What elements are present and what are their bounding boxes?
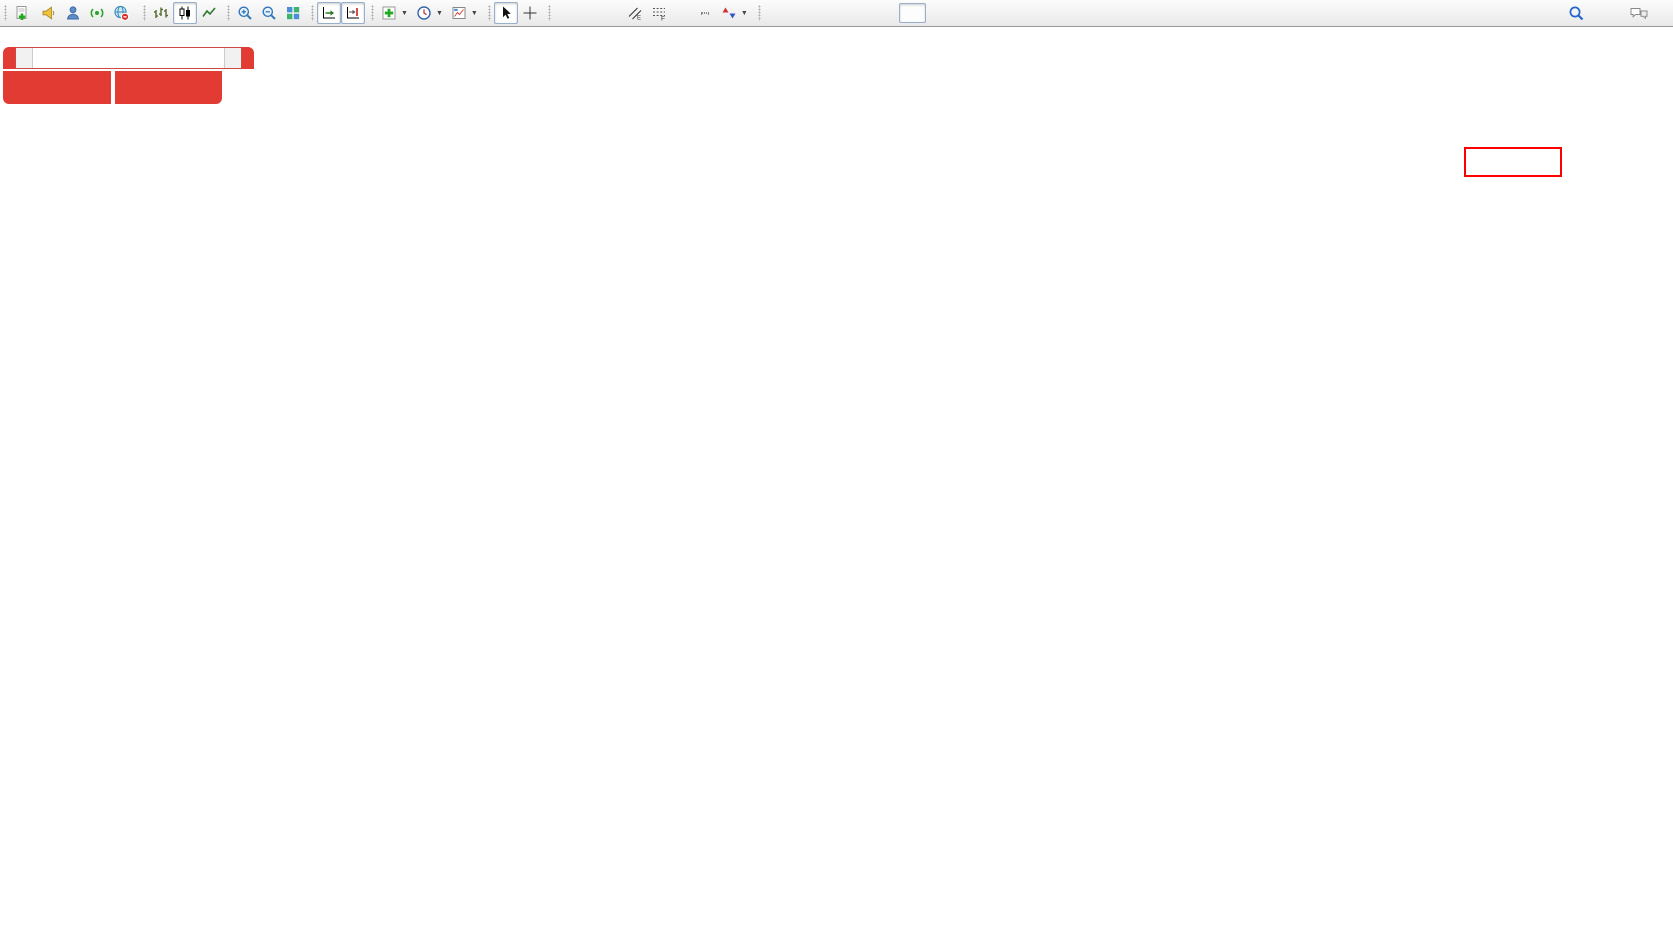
toolbar-group-timeframes — [756, 0, 1011, 26]
tf-mn-button[interactable] — [980, 3, 1007, 23]
chart-shift-button[interactable] — [341, 2, 365, 24]
clock-icon — [416, 5, 432, 21]
periods-button[interactable]: ▼ — [412, 2, 447, 24]
text-button[interactable] — [671, 2, 694, 24]
price-annotation-label[interactable] — [1464, 147, 1562, 177]
search-button[interactable] — [1564, 2, 1589, 24]
templates-button[interactable]: ▼ — [447, 2, 482, 24]
toolbar-right — [1564, 2, 1673, 24]
autoscroll-icon — [321, 5, 337, 21]
symbol-ohlc-line — [8, 31, 11, 45]
tf-m5-button[interactable] — [791, 3, 818, 23]
one-click-trading-panel — [3, 47, 222, 104]
vertical-line-button[interactable] — [554, 2, 577, 24]
tf-h1-button[interactable] — [872, 3, 899, 23]
crosshair-icon — [522, 5, 538, 21]
tf-m15-button[interactable] — [818, 3, 845, 23]
arrow-objects-icon — [721, 5, 737, 21]
terminal-window: ▼ ▼ ▼ E — [0, 0, 1673, 950]
buy-button[interactable] — [242, 47, 254, 69]
chevron-down-icon: ▼ — [471, 10, 478, 17]
buy-price[interactable] — [115, 71, 223, 104]
tile-windows-icon — [285, 5, 301, 21]
arrows-button[interactable]: ▼ — [717, 2, 752, 24]
svg-text:E: E — [637, 16, 641, 22]
zoom-in-button[interactable] — [233, 2, 257, 24]
toolbar-group-zoom — [225, 0, 309, 26]
tile-windows-button[interactable] — [281, 2, 305, 24]
chat-button[interactable] — [1625, 2, 1653, 24]
toolbar: ▼ ▼ ▼ E — [0, 0, 1673, 27]
bar-chart-icon — [153, 5, 169, 21]
chevron-down-icon: ▼ — [436, 10, 443, 17]
cursor-button[interactable] — [494, 2, 518, 24]
one-click-prices-row — [3, 71, 222, 104]
horizontal-line-button[interactable] — [577, 2, 600, 24]
volume-input[interactable] — [33, 48, 224, 68]
trendline-button[interactable] — [600, 2, 623, 24]
tf-m30-button[interactable] — [845, 3, 872, 23]
indicators-plus-icon — [381, 5, 397, 21]
chevron-down-icon: ▼ — [741, 10, 748, 17]
crosshair-button[interactable] — [518, 2, 542, 24]
indicators-button[interactable]: ▼ — [377, 2, 412, 24]
line-chart-button[interactable] — [197, 2, 221, 24]
cursor-arrow-icon — [498, 5, 514, 21]
fibonacci-icon: F — [651, 5, 667, 21]
zoom-out-icon — [261, 5, 277, 21]
zoom-out-button[interactable] — [257, 2, 281, 24]
toolbar-group-cursor — [486, 0, 546, 26]
toolbar-group-scroll — [309, 0, 369, 26]
bar-chart-button[interactable] — [149, 2, 173, 24]
volume-increase-button[interactable] — [224, 48, 241, 68]
new-order-icon — [14, 5, 30, 21]
volume-stepper — [15, 47, 242, 69]
chevron-down-icon: ▼ — [401, 10, 408, 17]
toolbar-group-insert: ▼ ▼ ▼ — [369, 0, 486, 26]
tf-d1-button[interactable] — [926, 3, 953, 23]
channel-button[interactable]: E — [623, 2, 647, 24]
toolbar-group-standard — [2, 0, 141, 26]
autoscroll-button[interactable] — [317, 2, 341, 24]
signal-icon — [89, 5, 105, 21]
chart-shift-icon — [345, 5, 361, 21]
text-label-button[interactable] — [694, 2, 717, 24]
equidistant-channel-icon: E — [627, 5, 643, 21]
tf-m1-button[interactable] — [764, 3, 791, 23]
megaphone-icon — [41, 5, 57, 21]
person-icon — [65, 5, 81, 21]
line-chart-icon — [201, 5, 217, 21]
new-order-button[interactable] — [10, 2, 37, 24]
toolbar-group-objects: E F ▼ — [546, 0, 756, 26]
tf-h4-button[interactable] — [899, 3, 926, 23]
search-icon — [1568, 5, 1585, 22]
candlestick-chart-button[interactable] — [173, 2, 197, 24]
one-click-top-row — [3, 47, 222, 69]
community-button[interactable] — [61, 2, 85, 24]
candlestick-chart-icon — [177, 5, 193, 21]
sell-price[interactable] — [3, 71, 111, 104]
zoom-in-icon — [237, 5, 253, 21]
signals-button[interactable] — [85, 2, 109, 24]
svg-text:F: F — [661, 16, 665, 22]
chart-canvas[interactable] — [0, 0, 1673, 950]
news-button[interactable] — [37, 2, 61, 24]
autotrading-button[interactable] — [109, 2, 137, 24]
sell-button[interactable] — [3, 47, 15, 69]
text-label-icon — [701, 12, 709, 14]
chat-bubbles-icon — [1629, 5, 1649, 21]
fibonacci-button[interactable]: F — [647, 2, 671, 24]
volume-decrease-button[interactable] — [16, 48, 33, 68]
autotrading-globe-icon — [113, 5, 130, 21]
template-icon — [451, 5, 467, 21]
toolbar-group-chart-type — [141, 0, 225, 26]
tf-w1-button[interactable] — [953, 3, 980, 23]
